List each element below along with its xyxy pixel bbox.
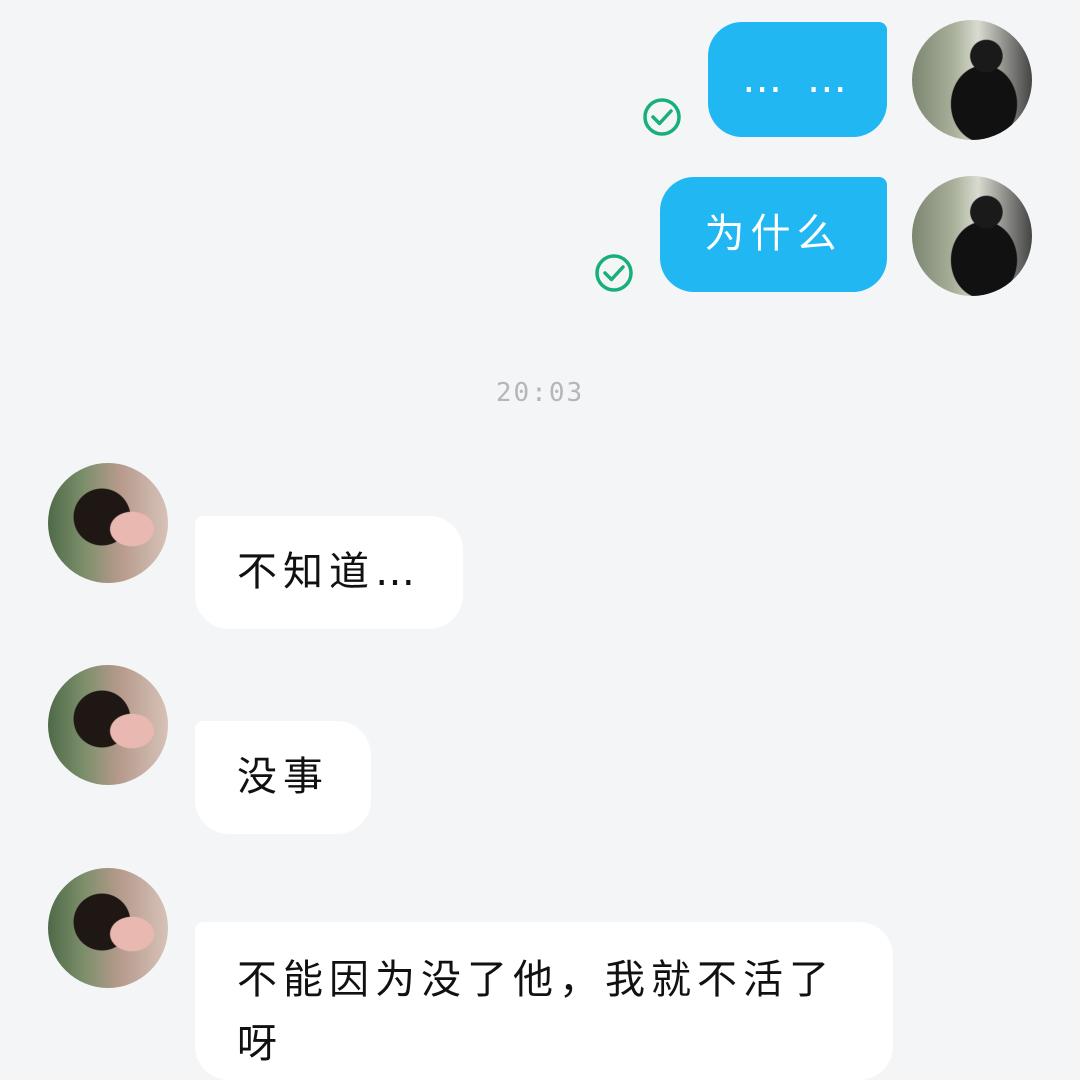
contact-avatar[interactable] (48, 463, 168, 583)
message-text: 不知道… (237, 549, 421, 595)
message-text: 不能因为没了他，我就不活了呀 (237, 957, 835, 1067)
my-avatar[interactable] (912, 20, 1032, 140)
check-circle-icon (643, 98, 681, 136)
my-avatar[interactable] (912, 176, 1032, 296)
sent-message-bubble[interactable]: … … (708, 22, 887, 137)
message-text: … … (742, 56, 853, 102)
contact-avatar[interactable] (48, 665, 168, 785)
received-message-bubble[interactable]: 没事 (195, 721, 371, 834)
received-message-bubble[interactable]: 不能因为没了他，我就不活了呀 (195, 922, 893, 1080)
contact-avatar[interactable] (48, 868, 168, 988)
check-circle-icon (595, 254, 633, 292)
received-message-bubble[interactable]: 不知道… (195, 516, 463, 629)
message-text: 没事 (237, 754, 329, 800)
message-timestamp: 20:03 (495, 378, 585, 408)
sent-message-bubble[interactable]: 为什么 (660, 177, 887, 292)
chat-window: … … 为什么 20:03 不知道… 没事 不能因为没了他，我就不活了呀 (0, 0, 1080, 1080)
message-text: 为什么 (704, 211, 843, 257)
